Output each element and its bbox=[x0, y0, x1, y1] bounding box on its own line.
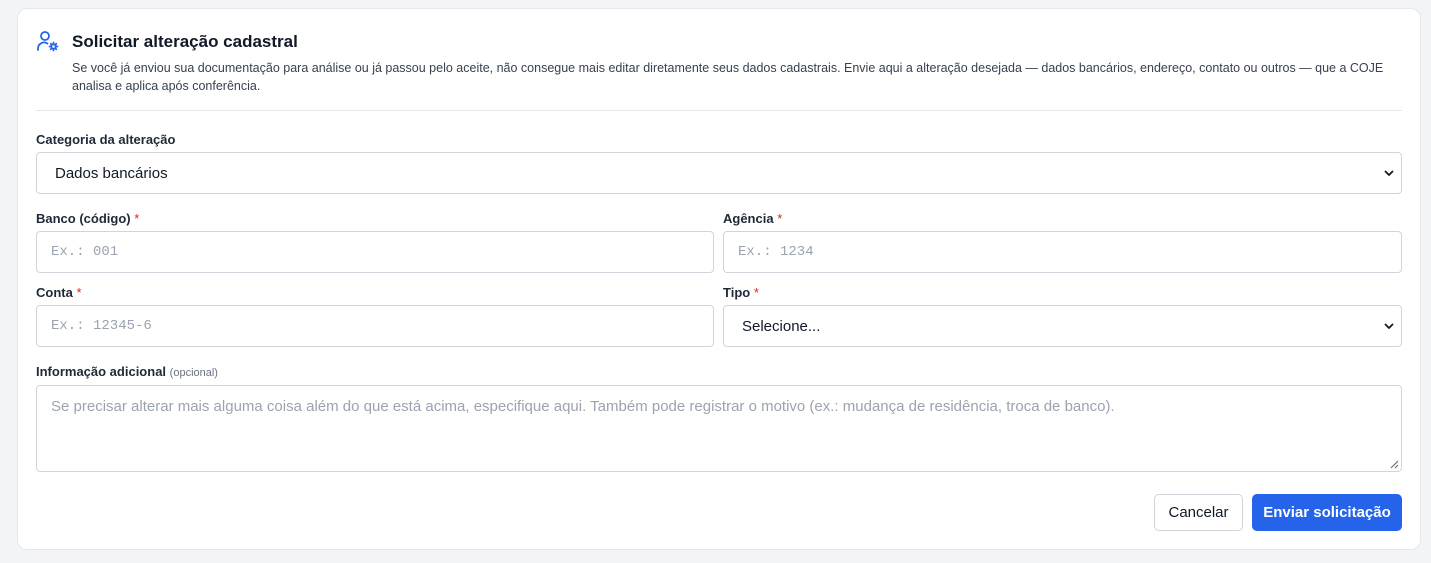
required-marker: * bbox=[777, 211, 783, 226]
required-marker: * bbox=[753, 285, 759, 300]
account-field[interactable] bbox=[36, 305, 714, 347]
bank-code-input[interactable] bbox=[37, 244, 713, 260]
submit-request-button[interactable]: Enviar solicitação bbox=[1252, 494, 1402, 531]
agency-label-text: Agência bbox=[723, 211, 774, 226]
category-select[interactable]: Dados bancários bbox=[36, 152, 1402, 194]
optional-marker: (opcional) bbox=[169, 367, 218, 379]
additional-info-textarea[interactable] bbox=[37, 386, 1401, 471]
page-title: Solicitar alteração cadastral bbox=[72, 32, 298, 51]
bank-label: Banco (código) * bbox=[36, 211, 139, 226]
category-selected-value: Dados bancários bbox=[55, 164, 168, 182]
user-cog-icon bbox=[36, 29, 60, 53]
account-label: Conta * bbox=[36, 285, 82, 300]
bank-code-field[interactable] bbox=[36, 231, 714, 273]
type-label: Tipo * bbox=[723, 285, 759, 300]
resize-handle-icon[interactable] bbox=[1390, 460, 1399, 469]
agency-label: Agência * bbox=[723, 211, 782, 226]
account-label-text: Conta bbox=[36, 285, 73, 300]
type-selected-value: Selecione... bbox=[742, 317, 821, 335]
category-label: Categoria da alteração bbox=[36, 132, 175, 147]
account-type-select[interactable]: Selecione... bbox=[723, 305, 1402, 347]
agency-input[interactable] bbox=[724, 244, 1401, 260]
chevron-down-icon bbox=[1384, 323, 1394, 329]
page-description: Se você já enviou sua documentação para … bbox=[72, 61, 1384, 93]
account-input[interactable] bbox=[37, 318, 713, 334]
agency-field[interactable] bbox=[723, 231, 1402, 273]
bank-label-text: Banco (código) bbox=[36, 211, 131, 226]
additional-info-label: Informação adicional (opcional) bbox=[36, 364, 218, 379]
additional-label-text: Informação adicional bbox=[36, 364, 167, 379]
type-label-text: Tipo bbox=[723, 285, 751, 300]
required-marker: * bbox=[134, 211, 140, 226]
cancel-button[interactable]: Cancelar bbox=[1154, 494, 1243, 531]
additional-info-field[interactable] bbox=[36, 385, 1402, 472]
chevron-down-icon bbox=[1384, 170, 1394, 176]
required-marker: * bbox=[76, 285, 82, 300]
change-request-card: Solicitar alteração cadastral Se você já… bbox=[17, 8, 1421, 550]
header-divider bbox=[36, 110, 1402, 111]
category-label-text: Categoria da alteração bbox=[36, 132, 176, 147]
